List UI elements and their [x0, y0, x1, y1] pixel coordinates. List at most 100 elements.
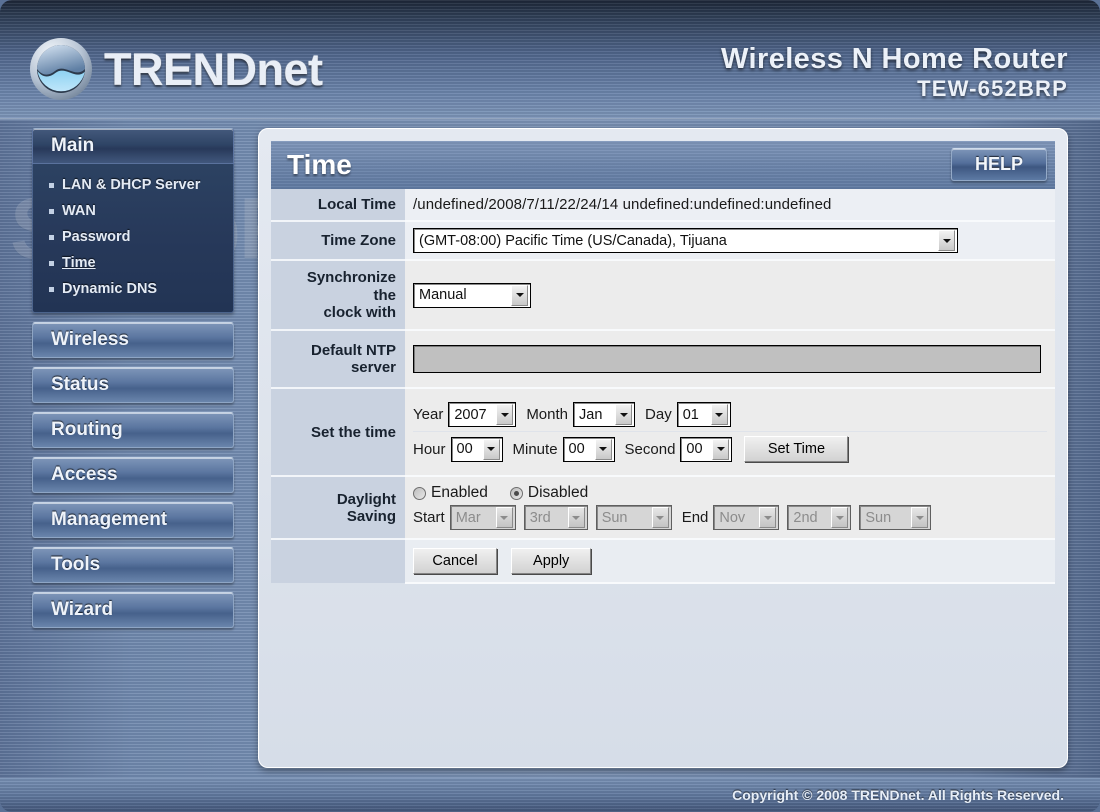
- chevron-down-icon: [712, 438, 730, 460]
- hour-select[interactable]: 00: [450, 436, 503, 462]
- sync-clock-label-line3: clock with: [323, 303, 396, 321]
- hour-value: 00: [456, 441, 473, 458]
- dst-start-week-value: 3rd: [529, 509, 551, 526]
- router-admin-page: TRENDnet Wireless N Home Router TEW-652B…: [0, 0, 1100, 812]
- chevron-down-icon: [594, 438, 612, 460]
- sidebar-item-status[interactable]: Status: [32, 367, 234, 403]
- sidebar-item-label: Management: [51, 509, 168, 530]
- ntp-server-label-line2: server: [350, 359, 396, 377]
- daylight-enabled-radio[interactable]: [413, 486, 426, 500]
- dst-start-month-value: Mar: [455, 509, 481, 526]
- sidebar-item-label: Main: [51, 135, 95, 156]
- daylight-disabled-radio[interactable]: [509, 486, 523, 500]
- chevron-down-icon: [482, 438, 500, 460]
- chevron-down-icon: [938, 230, 955, 252]
- set-time-label: Set the time: [271, 388, 405, 478]
- month-value: Jan: [579, 406, 603, 423]
- chevron-down-icon: [831, 507, 849, 529]
- sidebar-subitem-label: Password: [62, 229, 131, 245]
- dst-start-label: Start: [413, 509, 445, 527]
- dst-start-day-select[interactable]: Sun: [595, 505, 672, 531]
- second-label: Second: [624, 440, 676, 458]
- set-time-value-cell: Year 2007 Month Jan Day 01 Hour 00 Minut…: [405, 388, 1055, 478]
- local-time-label: Local Time: [271, 189, 405, 223]
- actions-spacer: [271, 539, 405, 584]
- dst-end-month-select[interactable]: Nov: [713, 505, 780, 531]
- sidebar-subitem-label: WAN: [62, 203, 96, 219]
- month-select[interactable]: Jan: [573, 402, 636, 428]
- sidebar-subitem-wan[interactable]: WAN: [33, 198, 233, 224]
- chevron-down-icon: [496, 404, 514, 426]
- apply-button-label: Apply: [533, 553, 570, 570]
- sidebar-item-access[interactable]: Access: [32, 457, 234, 493]
- sidebar-item-management[interactable]: Management: [32, 502, 234, 538]
- daylight-saving-label-line1: Daylight: [336, 490, 396, 508]
- content-panel: Time HELP Local Time /undefined/2008/7/1…: [258, 128, 1068, 768]
- table-row-actions: Cancel Apply: [271, 539, 1055, 585]
- dst-end-day-value: Sun: [865, 509, 892, 526]
- local-time-value: /undefined/2008/7/11/22/24/14 undefined:…: [413, 196, 832, 214]
- bullet-icon: [49, 260, 54, 266]
- dst-start-week-select[interactable]: 3rd: [523, 505, 588, 531]
- dst-end-day-select[interactable]: Sun: [859, 505, 932, 531]
- day-select[interactable]: 01: [676, 402, 731, 428]
- chevron-down-icon: [710, 404, 728, 426]
- dst-end-week-select[interactable]: 2nd: [787, 505, 852, 531]
- sidebar-item-label: Routing: [51, 419, 123, 440]
- minute-label: Minute: [512, 440, 558, 458]
- daylight-enabled-label: Enabled: [431, 484, 488, 502]
- set-time-date-row: Year 2007 Month Jan Day 01: [413, 398, 1047, 433]
- ntp-server-input[interactable]: [413, 345, 1041, 374]
- sidebar-subitem-lan-dhcp-server[interactable]: LAN & DHCP Server: [33, 172, 233, 198]
- table-row-local-time: Local Time /undefined/2008/7/11/22/24/14…: [271, 189, 1055, 223]
- sync-clock-selected-value: Manual: [419, 287, 467, 304]
- daylight-saving-value-cell: Enabled Disabled Start Mar 3rd Sun End N…: [405, 476, 1055, 541]
- page-header: TRENDnet Wireless N Home Router TEW-652B…: [0, 0, 1100, 120]
- local-time-value-cell: /undefined/2008/7/11/22/24/14 undefined:…: [405, 189, 1055, 223]
- daylight-saving-label-line2: Saving: [346, 507, 396, 525]
- product-name: Wireless N Home Router: [721, 43, 1068, 75]
- day-value: 01: [682, 406, 699, 423]
- chevron-down-icon: [495, 507, 513, 529]
- sidebar-item-label: Tools: [51, 554, 101, 575]
- sidebar-item-wizard[interactable]: Wizard: [32, 592, 234, 628]
- chevron-down-icon: [911, 507, 929, 529]
- panel-header: Time HELP: [271, 141, 1055, 189]
- dst-end-month-value: Nov: [719, 509, 746, 526]
- ntp-server-label-line1: Default NTP: [310, 342, 396, 359]
- sidebar-item-label: Status: [51, 374, 110, 395]
- sidebar-subitem-time[interactable]: Time: [33, 250, 233, 276]
- sync-clock-select[interactable]: Manual: [413, 282, 531, 308]
- sidebar-subitem-label: LAN & DHCP Server: [62, 177, 201, 193]
- second-select[interactable]: 00: [680, 436, 733, 462]
- year-select[interactable]: 2007: [448, 402, 517, 428]
- minute-value: 00: [568, 441, 585, 458]
- sidebar-subitem-label: Time: [62, 255, 96, 271]
- minute-select[interactable]: 00: [562, 436, 615, 462]
- second-value: 00: [686, 441, 703, 458]
- apply-button[interactable]: Apply: [511, 548, 592, 575]
- set-time-button-label: Set Time: [767, 441, 826, 458]
- month-label: Month: [526, 406, 569, 424]
- page-title: Time: [287, 149, 352, 180]
- help-button[interactable]: HELP: [951, 148, 1047, 181]
- trendnet-globe-icon: [28, 36, 94, 102]
- sidebar-item-tools[interactable]: Tools: [32, 547, 234, 583]
- bullet-icon: [49, 286, 54, 292]
- cancel-button[interactable]: Cancel: [413, 548, 497, 575]
- dst-start-month-select[interactable]: Mar: [449, 505, 516, 531]
- actions-cell: Cancel Apply: [405, 539, 1055, 585]
- cancel-button-label: Cancel: [432, 553, 478, 570]
- sidebar-item-routing[interactable]: Routing: [32, 412, 234, 448]
- sidebar-subitem-dynamic-dns[interactable]: Dynamic DNS: [33, 276, 233, 302]
- sidebar-subitem-password[interactable]: Password: [33, 224, 233, 250]
- time-zone-select[interactable]: (GMT-08:00) Pacific Time (US/Canada), Ti…: [413, 228, 958, 254]
- hour-label: Hour: [413, 440, 446, 458]
- time-settings-form: Local Time /undefined/2008/7/11/22/24/14…: [271, 189, 1055, 585]
- bullet-icon: [49, 208, 54, 214]
- sidebar-item-main[interactable]: Main: [32, 128, 234, 164]
- sync-clock-label: Synchronize the clock with: [271, 260, 405, 332]
- set-time-button[interactable]: Set Time: [744, 436, 849, 463]
- sidebar-item-wireless[interactable]: Wireless: [32, 322, 234, 358]
- chevron-down-icon: [651, 507, 669, 529]
